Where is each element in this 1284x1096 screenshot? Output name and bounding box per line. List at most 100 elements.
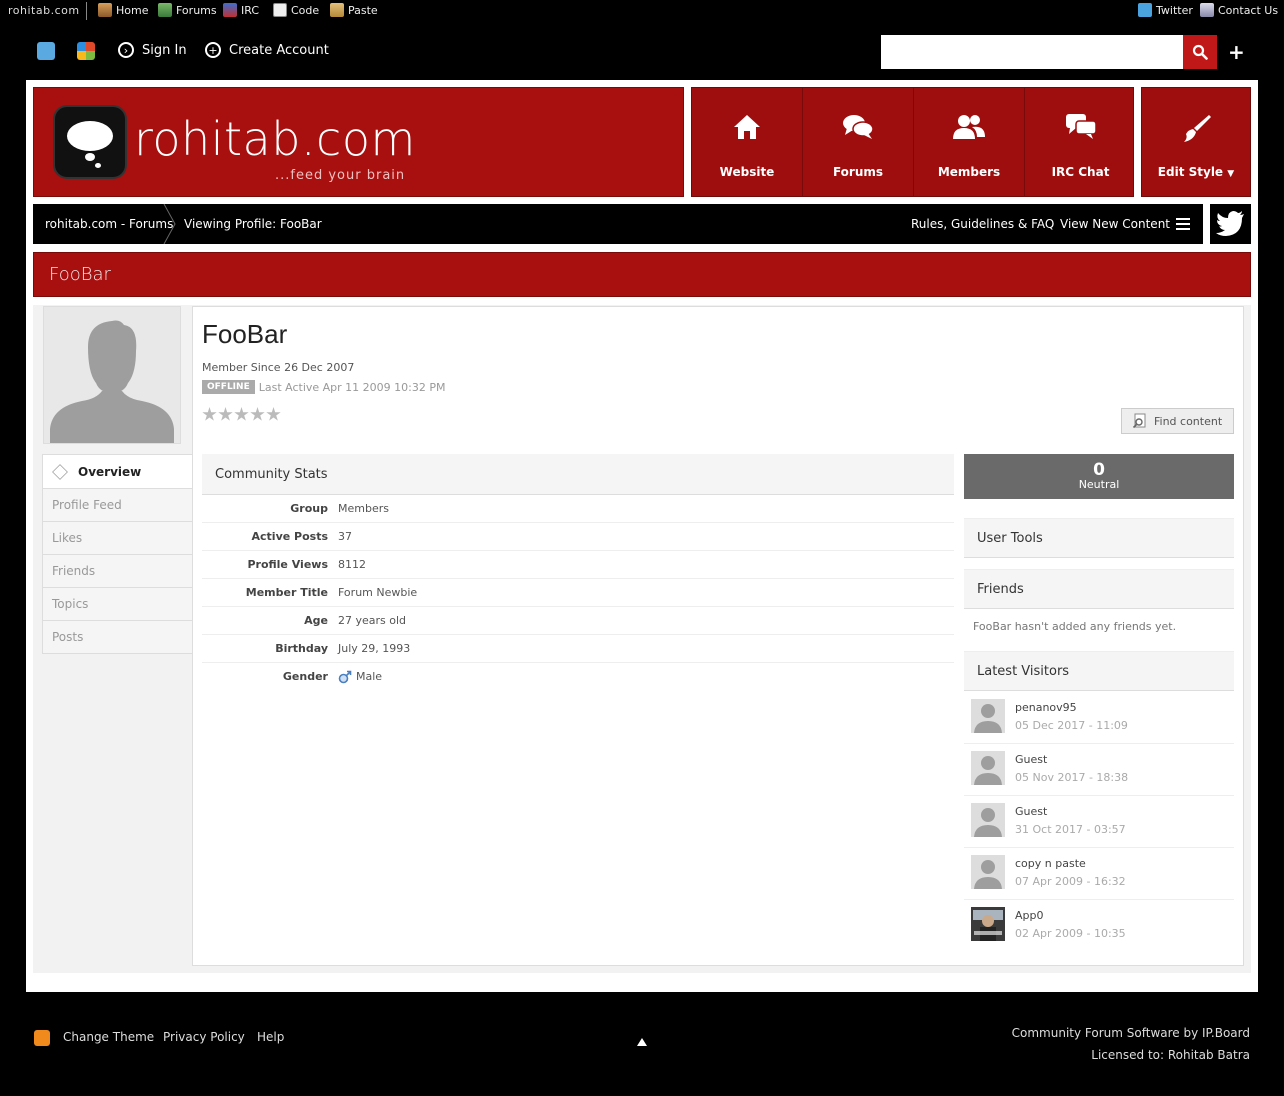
chat-bubbles-icon [803,112,913,146]
nav-website[interactable]: Website [692,88,803,196]
breadcrumb-bar: rohitab.com - Forums Viewing Profile: Fo… [33,204,1203,244]
avatar[interactable] [971,699,1005,733]
privacy-policy-link[interactable]: Privacy Policy [163,1030,245,1044]
stat-value[interactable]: Members [338,502,389,515]
tab-posts[interactable]: Posts [42,621,193,654]
breadcrumb-root[interactable]: rohitab.com - Forums [45,217,173,231]
search-options-button[interactable]: + [1228,40,1245,64]
stat-key: Member Title [245,586,328,599]
star-icon[interactable] [218,407,233,421]
edit-style-menu[interactable]: Edit Style ▼ [1141,87,1251,197]
topnav-forums[interactable]: Forums [158,3,217,17]
star-icon[interactable] [250,407,265,421]
create-account-label: Create Account [229,42,329,58]
stat-row: Age 27 years old [202,607,954,635]
stat-row: Active Posts 37 [202,523,954,551]
list-item: Guest 05 Nov 2017 - 18:38 [964,744,1234,796]
menu-icon[interactable] [1176,218,1190,230]
tab-overview[interactable]: Overview [42,454,193,489]
license-credit: Licensed to: Rohitab Batra [1091,1048,1250,1062]
star-icon[interactable] [234,407,249,421]
visitor-list: penanov95 05 Dec 2017 - 11:09 Guest 05 N… [964,692,1234,951]
back-to-top-icon[interactable] [637,1038,647,1046]
tab-topics[interactable]: Topics [42,588,193,621]
rules-link[interactable]: Rules, Guidelines & FAQ [911,217,1054,231]
rating-stars[interactable] [202,407,281,422]
nav-forums[interactable]: Forums [803,88,914,196]
topnav-home-label: Home [116,3,149,17]
topnav-code[interactable]: Code [273,3,319,17]
visitor-date: 02 Apr 2009 - 10:35 [1015,927,1126,940]
visitor-name[interactable]: App0 [1015,909,1044,922]
change-theme-link[interactable]: Change Theme [63,1030,154,1044]
search-input[interactable] [881,35,1183,69]
list-item: copy n paste 07 Apr 2009 - 16:32 [964,848,1234,900]
visitor-date: 07 Apr 2009 - 16:32 [1015,875,1126,888]
tab-friends[interactable]: Friends [42,555,193,588]
windows-live-icon[interactable] [77,42,95,60]
star-icon[interactable] [202,407,217,421]
profile-name: FooBar [202,319,288,349]
nav-forums-label: Forums [832,165,884,179]
site-logo[interactable]: rohitab.com ...feed your brain [33,87,684,197]
stat-value: Male [338,670,382,684]
visitor-name[interactable]: copy n paste [1015,857,1086,870]
twitter-icon[interactable] [37,42,55,60]
site-brand[interactable]: rohitab.com [8,4,80,17]
clipboard-icon [330,3,344,17]
stat-value: 27 years old [338,614,407,627]
friends-note: FooBar hasn't added any friends yet. [973,620,1177,633]
star-icon[interactable] [266,407,281,421]
list-item: Guest 31 Oct 2017 - 03:57 [964,796,1234,848]
visitor-name: Guest [1015,753,1048,766]
main-wrapper: rohitab.com ...feed your brain Website F… [26,80,1258,992]
tab-likes[interactable]: Likes [42,522,193,555]
twitter-button[interactable] [1210,204,1251,244]
help-link[interactable]: Help [257,1030,284,1044]
default-avatar-icon [44,307,180,443]
logo-tagline: ...feed your brain [275,168,406,183]
nav-members[interactable]: Members [914,88,1025,196]
avatar [971,751,1005,785]
tab-profile-feed[interactable]: Profile Feed [42,489,193,522]
topnav-irc[interactable]: IRC [223,3,259,17]
home-icon [692,112,802,146]
avatar[interactable] [971,855,1005,889]
nav-irc-chat[interactable]: IRC Chat [1025,88,1136,196]
plus-circle-icon: + [205,42,221,58]
software-credit[interactable]: Community Forum Software by IP.Board [1012,1026,1250,1040]
avatar[interactable] [971,907,1005,941]
pencil-icon [52,463,68,480]
avatar [971,803,1005,837]
stat-row: Member Title Forum Newbie [202,579,954,607]
twitter-bird-icon [1215,211,1244,236]
twitter-link[interactable]: Twitter [1138,3,1193,17]
stat-key: Group [290,502,328,515]
visitor-name[interactable]: penanov95 [1015,701,1077,714]
contact-label: Contact Us [1218,3,1279,17]
visitor-date: 05 Dec 2017 - 11:09 [1015,719,1128,732]
user-tools-header[interactable]: User Tools [964,518,1234,558]
header-nav: Website Forums Members IRC Chat [691,87,1134,197]
sign-in-link[interactable]: › Sign In [118,42,187,58]
arrow-right-circle-icon: › [118,42,134,58]
find-content-label: Find content [1154,414,1223,428]
topnav-paste[interactable]: Paste [330,3,378,17]
home-icon [98,3,112,17]
search-button[interactable] [1183,35,1217,69]
find-content-button[interactable]: Find content [1121,408,1234,434]
tab-overview-label: Overview [78,464,142,479]
caret-down-icon: ▼ [1227,169,1235,179]
visitor-date: 05 Nov 2017 - 18:38 [1015,771,1129,784]
member-since: Member Since 26 Dec 2007 [202,361,355,374]
chat-icon [1025,112,1136,146]
rss-icon[interactable] [34,1030,50,1046]
topnav-forums-label: Forums [176,3,217,17]
create-account-link[interactable]: + Create Account [205,42,329,58]
footer: Change Theme Privacy Policy Help Communi… [0,1020,1284,1080]
edit-style-button[interactable]: Edit Style ▼ [1142,88,1250,196]
contact-link[interactable]: Contact Us [1200,3,1278,17]
view-new-content-link[interactable]: View New Content [1060,217,1170,231]
nav-irc-chat-label: IRC Chat [1051,165,1110,179]
topnav-home[interactable]: Home [98,3,148,17]
